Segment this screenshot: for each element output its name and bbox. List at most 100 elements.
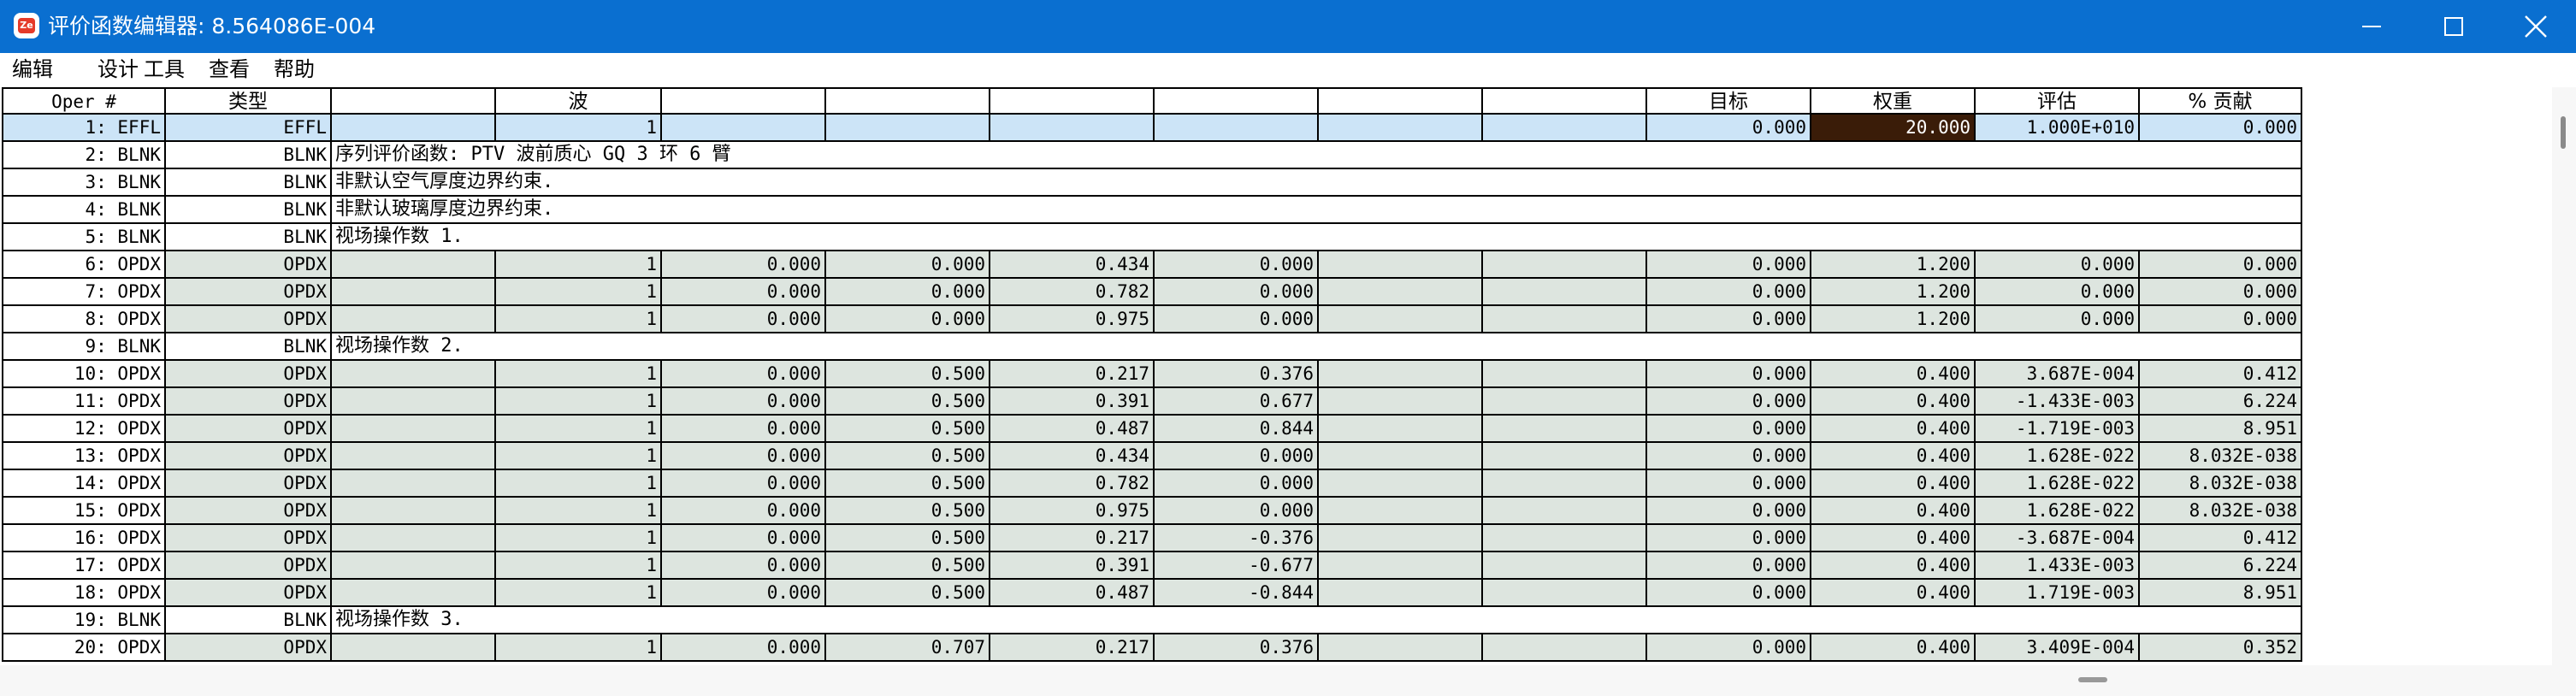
param-cell[interactable] — [332, 279, 496, 306]
param-cell[interactable] — [332, 552, 496, 580]
type-cell[interactable]: OPDX — [166, 470, 332, 498]
py-cell[interactable]: 0.376 — [1155, 361, 1319, 388]
px-cell[interactable]: 0.217 — [990, 361, 1155, 388]
hx-cell[interactable]: 0.000 — [662, 251, 826, 279]
operand-row[interactable]: 14: OPDX OPDX 1 0.000 0.500 0.782 0.000 0.000 0.… — [2, 470, 2302, 498]
wave-cell[interactable]: 1 — [496, 470, 662, 498]
param-cell[interactable] — [1483, 552, 1647, 580]
param-cell[interactable] — [1319, 361, 1483, 388]
type-cell[interactable]: BLNK — [166, 224, 332, 251]
column-header[interactable]: 波 — [496, 87, 662, 115]
contribution-cell[interactable]: 8.032E-038 — [2140, 470, 2302, 498]
column-header[interactable] — [1483, 87, 1647, 115]
comment-row[interactable]: 5: BLNK BLNK 视场操作数 1. — [2, 224, 2302, 251]
weight-cell[interactable]: 0.400 — [1811, 388, 1976, 416]
weight-cell[interactable]: 0.400 — [1811, 498, 1976, 525]
py-cell[interactable]: 0.000 — [1155, 470, 1319, 498]
column-header[interactable] — [826, 87, 990, 115]
hx-cell[interactable]: 0.000 — [662, 361, 826, 388]
py-cell[interactable]: 0.376 — [1155, 634, 1319, 662]
zemax-app-icon[interactable]: Ze — [14, 13, 39, 38]
value-cell[interactable]: 1.628E-022 — [1976, 498, 2140, 525]
hx-cell[interactable]: 0.000 — [662, 443, 826, 470]
oper-number-cell[interactable]: 16: OPDX — [2, 525, 166, 552]
param-cell[interactable] — [1483, 361, 1647, 388]
operand-row[interactable]: 18: OPDX OPDX 1 0.000 0.500 0.487 -0.844 0.000 0… — [2, 580, 2302, 607]
hx-cell[interactable]: 0.000 — [662, 279, 826, 306]
type-cell[interactable]: OPDX — [166, 498, 332, 525]
weight-cell[interactable]: 1.200 — [1811, 251, 1976, 279]
column-header[interactable] — [1155, 87, 1319, 115]
value-cell[interactable]: 1.433E-003 — [1976, 552, 2140, 580]
column-header[interactable]: 评估 — [1976, 87, 2140, 115]
oper-number-cell[interactable]: 2: BLNK — [2, 142, 166, 169]
comment-text[interactable]: 视场操作数 2. — [332, 333, 2302, 361]
param-cell[interactable] — [332, 361, 496, 388]
maximize-button[interactable] — [2412, 0, 2494, 53]
contribution-cell[interactable]: 0.352 — [2140, 634, 2302, 662]
hx-cell[interactable]: 0.000 — [662, 580, 826, 607]
splitter-bar[interactable] — [0, 665, 2576, 696]
param-cell[interactable] — [332, 443, 496, 470]
wave-cell[interactable]: 1 — [496, 416, 662, 443]
hy-cell[interactable]: 0.500 — [826, 498, 990, 525]
wave-cell[interactable]: 1 — [496, 634, 662, 662]
contribution-cell[interactable]: 0.000 — [2140, 279, 2302, 306]
operand-row[interactable]: 15: OPDX OPDX 1 0.000 0.500 0.975 0.000 0.000 0.… — [2, 498, 2302, 525]
weight-cell[interactable]: 0.400 — [1811, 361, 1976, 388]
target-cell[interactable]: 0.000 — [1647, 525, 1811, 552]
column-header[interactable] — [990, 87, 1155, 115]
hx-cell[interactable]: 0.000 — [662, 634, 826, 662]
type-cell[interactable]: OPDX — [166, 634, 332, 662]
column-header[interactable] — [662, 87, 826, 115]
contribution-cell[interactable]: 0.412 — [2140, 525, 2302, 552]
hx-cell[interactable]: 0.000 — [662, 498, 826, 525]
comment-row[interactable]: 19: BLNK BLNK 视场操作数 3. — [2, 607, 2302, 634]
menu-edit[interactable]: 编辑 — [12, 56, 53, 82]
hy-cell[interactable]: 0.000 — [826, 306, 990, 333]
hy-cell[interactable]: 0.500 — [826, 525, 990, 552]
oper-number-cell[interactable]: 3: BLNK — [2, 169, 166, 197]
px-cell[interactable]: 0.782 — [990, 470, 1155, 498]
type-cell[interactable]: OPDX — [166, 416, 332, 443]
weight-cell[interactable]: 20.000 — [1811, 115, 1976, 142]
param-cell[interactable] — [332, 525, 496, 552]
param-cell[interactable] — [1319, 580, 1483, 607]
param-cell[interactable] — [1319, 552, 1483, 580]
target-cell[interactable]: 0.000 — [1647, 552, 1811, 580]
hx-cell[interactable]: 0.000 — [662, 388, 826, 416]
px-cell[interactable]: 0.217 — [990, 634, 1155, 662]
comment-row[interactable]: 4: BLNK BLNK 非默认玻璃厚度边界约束. — [2, 197, 2302, 224]
param-cell[interactable] — [1483, 443, 1647, 470]
weight-cell[interactable]: 0.400 — [1811, 525, 1976, 552]
comment-text[interactable]: 非默认空气厚度边界约束. — [332, 169, 2302, 197]
oper-number-cell[interactable]: 8: OPDX — [2, 306, 166, 333]
py-cell[interactable]: -0.844 — [1155, 580, 1319, 607]
px-cell[interactable]: 0.391 — [990, 552, 1155, 580]
oper-number-cell[interactable]: 1: EFFL — [2, 115, 166, 142]
weight-cell[interactable]: 0.400 — [1811, 470, 1976, 498]
type-cell[interactable]: BLNK — [166, 142, 332, 169]
param-cell[interactable] — [1483, 525, 1647, 552]
oper-number-cell[interactable]: 5: BLNK — [2, 224, 166, 251]
py-cell[interactable]: 0.000 — [1155, 306, 1319, 333]
target-cell[interactable]: 0.000 — [1647, 634, 1811, 662]
px-cell[interactable] — [990, 115, 1155, 142]
param-cell[interactable] — [332, 634, 496, 662]
px-cell[interactable]: 0.434 — [990, 251, 1155, 279]
wave-cell[interactable]: 1 — [496, 525, 662, 552]
px-cell[interactable]: 0.487 — [990, 416, 1155, 443]
param-cell[interactable] — [332, 498, 496, 525]
wave-cell[interactable]: 1 — [496, 251, 662, 279]
contribution-cell[interactable]: 8.951 — [2140, 416, 2302, 443]
param-cell[interactable] — [332, 388, 496, 416]
hy-cell[interactable]: 0.500 — [826, 388, 990, 416]
type-cell[interactable]: BLNK — [166, 607, 332, 634]
hy-cell[interactable]: 0.500 — [826, 416, 990, 443]
hy-cell[interactable]: 0.500 — [826, 443, 990, 470]
type-cell[interactable]: BLNK — [166, 169, 332, 197]
menu-tools[interactable]: 工具 — [144, 56, 185, 82]
oper-number-cell[interactable]: 20: OPDX — [2, 634, 166, 662]
type-cell[interactable]: OPDX — [166, 388, 332, 416]
py-cell[interactable]: -0.677 — [1155, 552, 1319, 580]
